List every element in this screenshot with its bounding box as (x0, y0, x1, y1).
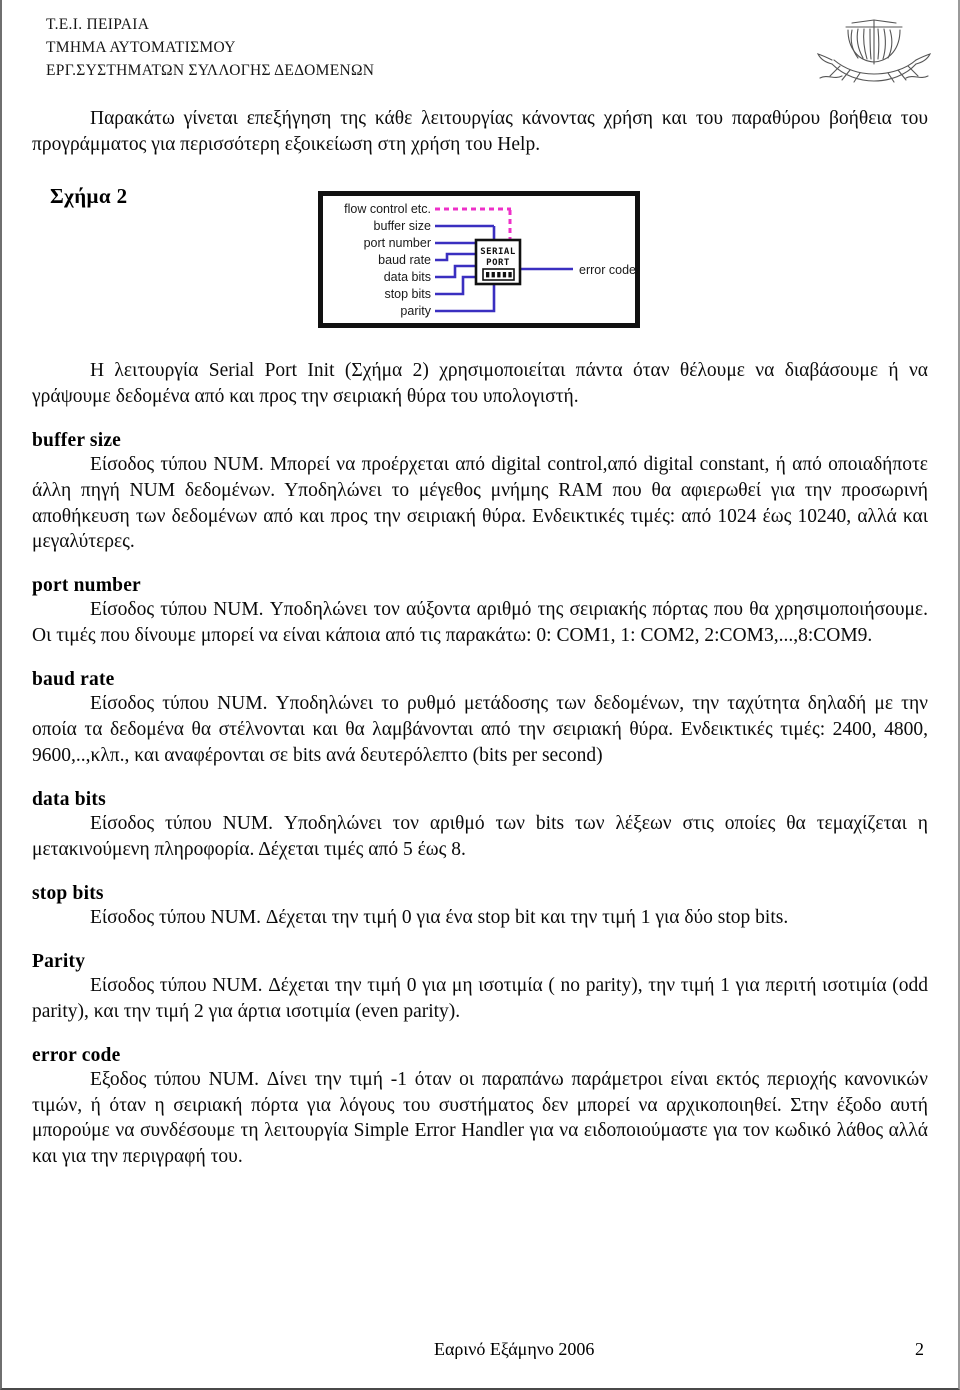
document-header: Τ.Ε.Ι. ΠΕΙΡΑΙΑ ΤΜΗΜΑ ΑΥΤΟΜΑΤΙΣΜΟΥ ΕΡΓ.ΣΥ… (2, 0, 958, 86)
section-heading: error code (32, 1044, 121, 1066)
labview-serial-port-init-diagram: flow control etc. buffer size port numbe… (318, 190, 640, 328)
svg-text:flow control etc.: flow control etc. (344, 202, 431, 216)
section-heading: port number (32, 575, 141, 597)
section-heading: data bits (32, 788, 106, 810)
section-body: Είσοδος τύπου NUM. Υποδηλώνει τον αύξοντ… (32, 599, 928, 647)
figure-caption: Σχήμα 2 (50, 183, 128, 208)
svg-text:baud rate: baud rate (378, 253, 431, 267)
section-data-bits: data bits Είσοδος τύπου NUM. Υποδηλώνει … (32, 789, 928, 863)
section-error-code: error code Εξοδος τύπου NUM. Δίνει την τ… (32, 1045, 928, 1171)
svg-text:SERIAL: SERIAL (480, 247, 516, 257)
document-page: Τ.Ε.Ι. ΠΕΙΡΑΙΑ ΤΜΗΜΑ ΑΥΤΟΜΑΤΙΣΜΟΥ ΕΡΓ.ΣΥ… (0, 0, 960, 1390)
section-heading: Parity (32, 950, 86, 972)
footer-semester: Εαρινό Εξάμηνο 2006 (434, 1339, 595, 1359)
section-body: Είσοδος τύπου NUM. Δέχεται την τιμή 0 γι… (32, 974, 928, 1022)
section-baud-rate: baud rate Είσοδος τύπου NUM. Υποδηλώνει … (32, 669, 928, 769)
section-buffer-size: buffer size Είσοδος τύπου NUM. Μπορεί να… (32, 430, 928, 556)
footer-page-number: 2 (915, 1339, 924, 1359)
section-heading: stop bits (32, 882, 104, 904)
serial-intro-paragraph: Η λειτουργία Serial Port Init (Σχήμα 2) … (32, 359, 928, 407)
section-body: Είσοδος τύπου NUM. Μπορεί να προέρχεται … (32, 453, 928, 553)
section-body: Είσοδος τύπου NUM. Υποδηλώνει τον αριθμό… (32, 812, 928, 860)
svg-text:buffer size: buffer size (374, 219, 431, 233)
document-footer: Εαρινό Εξάμηνο 2006 2 (2, 1339, 958, 1360)
section-body: Εξοδος τύπου NUM. Δίνει την τιμή -1 όταν… (32, 1068, 928, 1168)
intro-block: Παρακάτω γίνεται επεξήγηση της κάθε λειτ… (32, 106, 928, 158)
section-body: Είσοδος τύπου NUM. Δέχεται την τιμή 0 γι… (90, 906, 789, 928)
document-body: Παρακάτω γίνεται επεξήγηση της κάθε λειτ… (2, 106, 958, 1170)
section-stop-bits: stop bits Είσοδος τύπου NUM. Δέχεται την… (32, 883, 928, 931)
svg-text:parity: parity (400, 304, 431, 318)
section-body: Είσοδος τύπου NUM. Υποδηλώνει το ρυθμό μ… (32, 693, 928, 767)
svg-text:stop bits: stop bits (384, 287, 431, 301)
section-heading: buffer size (32, 429, 122, 451)
intro-paragraph: Παρακάτω γίνεται επεξήγηση της κάθε λειτ… (32, 108, 928, 155)
section-heading: baud rate (32, 669, 115, 691)
sailing-ship-logo-icon (812, 14, 936, 86)
svg-text:error code: error code (579, 263, 635, 277)
figure-row: Σχήμα 2 flow control etc. buffer size po… (32, 184, 928, 336)
svg-text:PORT: PORT (486, 258, 510, 268)
section-parity: Parity Είσοδος τύπου NUM. Δέχεται την τι… (32, 951, 928, 1025)
section-port-number: port number Είσοδος τύπου NUM. Υποδηλώνε… (32, 575, 928, 649)
svg-text:port number: port number (364, 236, 431, 250)
svg-text:data bits: data bits (384, 270, 431, 284)
serial-intro-block: Η λειτουργία Serial Port Init (Σχήμα 2) … (32, 358, 928, 410)
